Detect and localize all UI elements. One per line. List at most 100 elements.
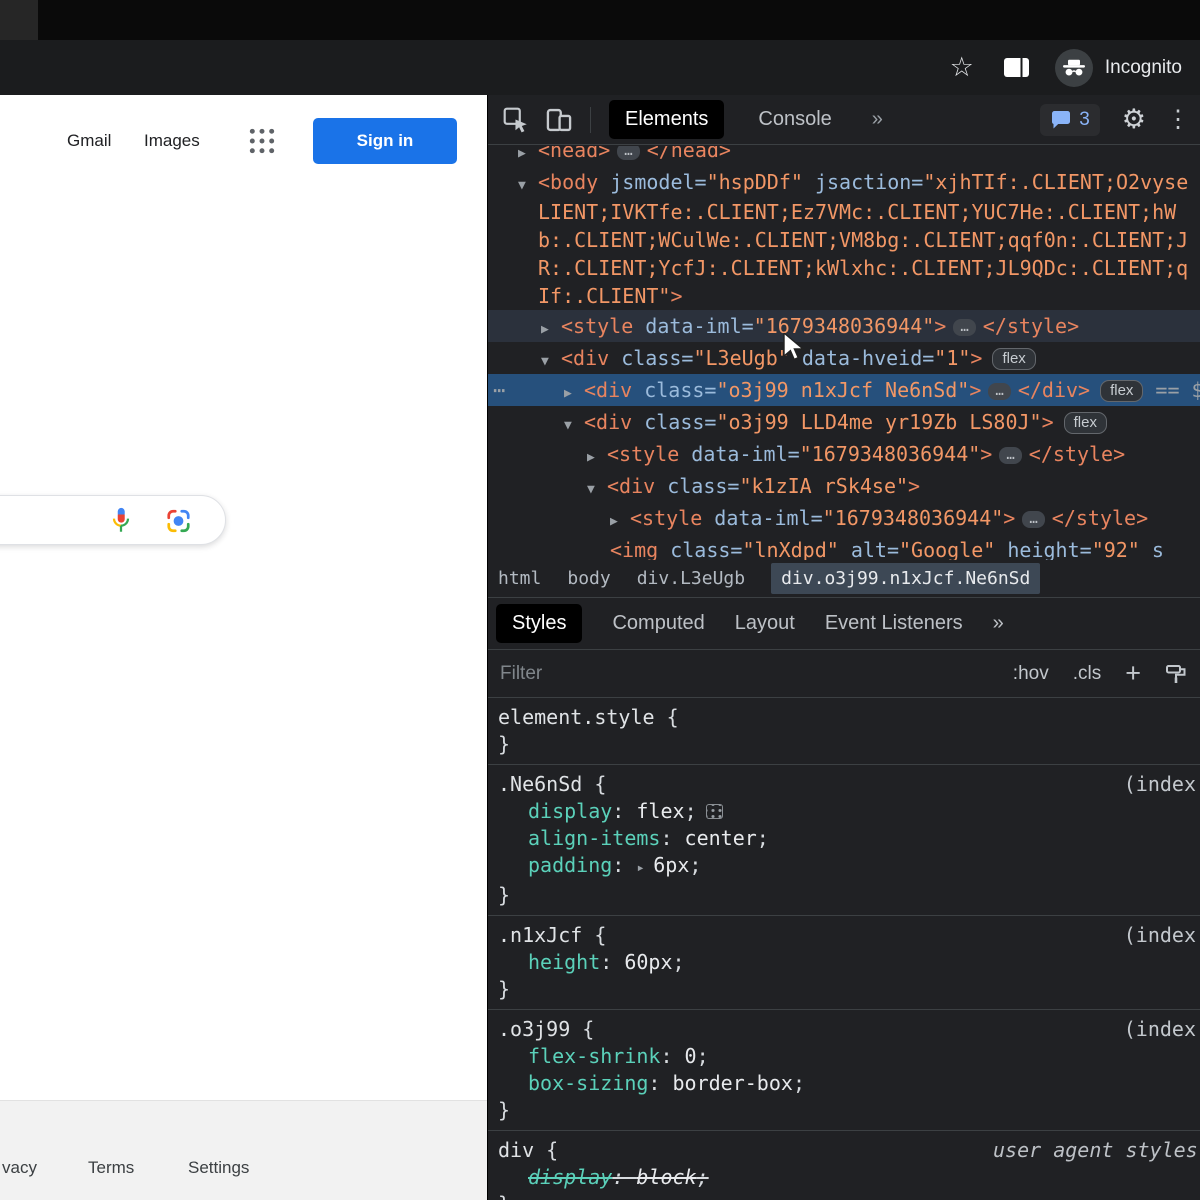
css-property-name[interactable]: box-sizing bbox=[528, 1071, 648, 1095]
new-style-rule-button[interactable]: + bbox=[1125, 660, 1141, 687]
css-property[interactable]: box-sizing: border-box; bbox=[488, 1070, 1200, 1097]
css-property[interactable]: flex-shrink: 0; bbox=[488, 1043, 1200, 1070]
css-selector[interactable]: .o3j99 bbox=[498, 1017, 570, 1041]
tab-console[interactable]: Console bbox=[754, 100, 835, 139]
css-property-name[interactable]: align-items bbox=[528, 826, 660, 850]
css-property-name[interactable]: height bbox=[528, 950, 600, 974]
css-selector[interactable]: .n1xJcf bbox=[498, 923, 582, 947]
css-selector[interactable]: .Ne6nSd bbox=[498, 772, 582, 796]
sign-in-button[interactable]: Sign in bbox=[313, 118, 457, 164]
expand-inline-button[interactable]: … bbox=[999, 447, 1022, 464]
dom-row[interactable]: ▶ <style data-iml="1679348036944">… </styl… bbox=[488, 310, 1200, 342]
settings-gear-icon[interactable]: ⚙ bbox=[1122, 106, 1146, 133]
dom-row[interactable]: ▼ <div class="k1zIA rSk4se"> bbox=[488, 470, 1200, 502]
gmail-link[interactable]: Gmail bbox=[67, 131, 111, 151]
flex-editor-icon[interactable] bbox=[705, 804, 723, 819]
expand-inline-button[interactable]: … bbox=[1022, 511, 1045, 528]
flex-badge[interactable]: flex bbox=[992, 348, 1036, 370]
css-property[interactable]: display: block; bbox=[488, 1164, 1200, 1191]
stylesheet-link[interactable]: (index bbox=[1124, 771, 1196, 798]
toggle-cls-button[interactable]: .cls bbox=[1073, 663, 1102, 685]
side-panel-icon[interactable] bbox=[1003, 58, 1029, 77]
expand-inline-button[interactable]: … bbox=[953, 319, 976, 336]
privacy-link[interactable]: vacy bbox=[2, 1158, 37, 1178]
css-property[interactable]: align-items: center; bbox=[488, 825, 1200, 852]
css-property-value[interactable]: border-box bbox=[673, 1071, 793, 1095]
dom-row-selected[interactable]: ⋯ ▶ <div class="o3j99 n1xJcf Ne6nSd">… </di… bbox=[488, 374, 1200, 406]
dom-row[interactable]: ▼ <div class="L3eUgb" data-hveid="1"> flex bbox=[488, 342, 1200, 374]
more-tabs-chevron[interactable]: » bbox=[872, 108, 883, 131]
bookmark-star-icon[interactable]: ☆ bbox=[950, 54, 974, 81]
expand-shorthand-arrow[interactable]: ▸ bbox=[636, 860, 653, 876]
styles-tab--[interactable]: » bbox=[993, 612, 1004, 635]
css-selector[interactable]: div bbox=[498, 1138, 534, 1162]
stylesheet-link[interactable]: (index bbox=[1124, 1016, 1196, 1043]
css-property[interactable]: padding: ▸ 6px; bbox=[488, 852, 1200, 882]
css-property-value[interactable]: flex bbox=[636, 799, 684, 823]
tab-elements[interactable]: Elements bbox=[609, 100, 725, 139]
settings-link[interactable]: Settings bbox=[188, 1158, 249, 1178]
dom-row[interactable]: If:.CLIENT"> bbox=[488, 282, 1200, 310]
code-token: > bbox=[670, 284, 683, 308]
css-selector-line[interactable]: div {user agent styles bbox=[488, 1137, 1200, 1164]
css-property-value[interactable]: 6px bbox=[653, 853, 689, 877]
styles-tab-styles[interactable]: Styles bbox=[496, 604, 583, 643]
css-property-name[interactable]: flex-shrink bbox=[528, 1044, 660, 1068]
dom-row[interactable]: <img class="lnXdpd" alt="Google" height=… bbox=[488, 534, 1200, 560]
code-token: ; bbox=[696, 1165, 709, 1189]
breadcrumb-item[interactable]: div.L3eUgb bbox=[637, 563, 745, 594]
css-selector[interactable]: element.style bbox=[498, 705, 655, 729]
breadcrumb-item[interactable]: html bbox=[498, 563, 541, 594]
css-selector-line[interactable]: .o3j99 {(index bbox=[488, 1016, 1200, 1043]
expand-inline-button[interactable]: … bbox=[988, 383, 1011, 400]
css-selector-line[interactable]: .Ne6nSd {(index bbox=[488, 771, 1200, 798]
dom-row[interactable]: ▶ <style data-iml="1679348036944">… </styl… bbox=[488, 502, 1200, 534]
dom-row[interactable]: LIENT;IVKTfe:.CLIENT;Ez7VMc:.CLIENT;YUC7… bbox=[488, 198, 1200, 226]
flex-badge[interactable]: flex bbox=[1100, 380, 1144, 402]
css-selector-line[interactable]: .n1xJcf {(index bbox=[488, 922, 1200, 949]
toggle-hov-button[interactable]: :hov bbox=[1013, 663, 1049, 685]
flex-badge[interactable]: flex bbox=[1063, 412, 1107, 434]
terms-link[interactable]: Terms bbox=[88, 1158, 134, 1178]
css-property-name[interactable]: display bbox=[528, 1165, 612, 1189]
kebab-menu-icon[interactable]: ⋮ bbox=[1166, 105, 1190, 134]
expand-inline-button[interactable]: … bbox=[617, 146, 640, 160]
css-property-name[interactable]: display bbox=[528, 799, 612, 823]
dom-row[interactable]: ▼ <body jsmodel="hspDDf" jsaction="xjhTIf… bbox=[488, 166, 1200, 198]
dom-row[interactable]: ▶ <head>… </head> bbox=[488, 146, 1200, 166]
dom-row-more-button[interactable]: ⋯ bbox=[493, 374, 505, 406]
dom-row[interactable]: ▼ <div class="o3j99 LLD4me yr19Zb LS80J">… bbox=[488, 406, 1200, 438]
dom-row[interactable]: ▶ <style data-iml="1679348036944">… </styl… bbox=[488, 438, 1200, 470]
dom-row[interactable]: b:.CLIENT;WCulWe:.CLIENT;VM8bg:.CLIENT;q… bbox=[488, 226, 1200, 254]
breadcrumb-selected[interactable]: div.o3j99.n1xJcf.Ne6nSd bbox=[771, 563, 1041, 594]
css-selector-line[interactable]: element.style { bbox=[488, 704, 1200, 731]
styles-tab-layout[interactable]: Layout bbox=[735, 612, 795, 635]
css-property-value[interactable]: 0 bbox=[685, 1044, 697, 1068]
css-property-name[interactable]: padding bbox=[528, 853, 612, 877]
css-property[interactable]: display: flex; bbox=[488, 798, 1200, 825]
css-property-value[interactable]: 60px bbox=[624, 950, 672, 974]
paint-roller-icon[interactable] bbox=[1165, 664, 1188, 684]
lens-search-icon[interactable] bbox=[165, 508, 192, 539]
styles-tab-event-listeners[interactable]: Event Listeners bbox=[825, 612, 963, 635]
images-link[interactable]: Images bbox=[144, 131, 200, 151]
code-token: R:.CLIENT;YcfJ:.CLIENT;kWlxhc:.CLIENT;JL… bbox=[538, 256, 1189, 280]
inspect-element-icon[interactable] bbox=[502, 106, 530, 134]
stylesheet-link[interactable]: (index bbox=[1124, 922, 1196, 949]
device-toolbar-icon[interactable] bbox=[544, 106, 574, 134]
incognito-avatar-icon[interactable] bbox=[1054, 48, 1093, 87]
code-token: </style> bbox=[982, 314, 1080, 338]
google-apps-icon[interactable] bbox=[248, 127, 276, 155]
css-property-value[interactable]: center bbox=[685, 826, 757, 850]
css-property-value[interactable]: block bbox=[636, 1165, 696, 1189]
voice-search-icon[interactable] bbox=[109, 507, 133, 540]
issues-button[interactable]: 3 bbox=[1040, 103, 1100, 136]
search-box[interactable] bbox=[0, 495, 226, 545]
code-token: "o3j99 LLD4me yr19Zb LS80J" bbox=[716, 410, 1042, 434]
dom-row[interactable]: R:.CLIENT;YcfJ:.CLIENT;kWlxhc:.CLIENT;JL… bbox=[488, 254, 1200, 282]
styles-filter-input[interactable]: Filter bbox=[500, 663, 542, 685]
css-property[interactable]: height: 60px; bbox=[488, 949, 1200, 976]
styles-tab-computed[interactable]: Computed bbox=[612, 612, 704, 635]
breadcrumb-item[interactable]: body bbox=[567, 563, 610, 594]
page-top-nav: Gmail Images Sign in bbox=[0, 118, 487, 164]
